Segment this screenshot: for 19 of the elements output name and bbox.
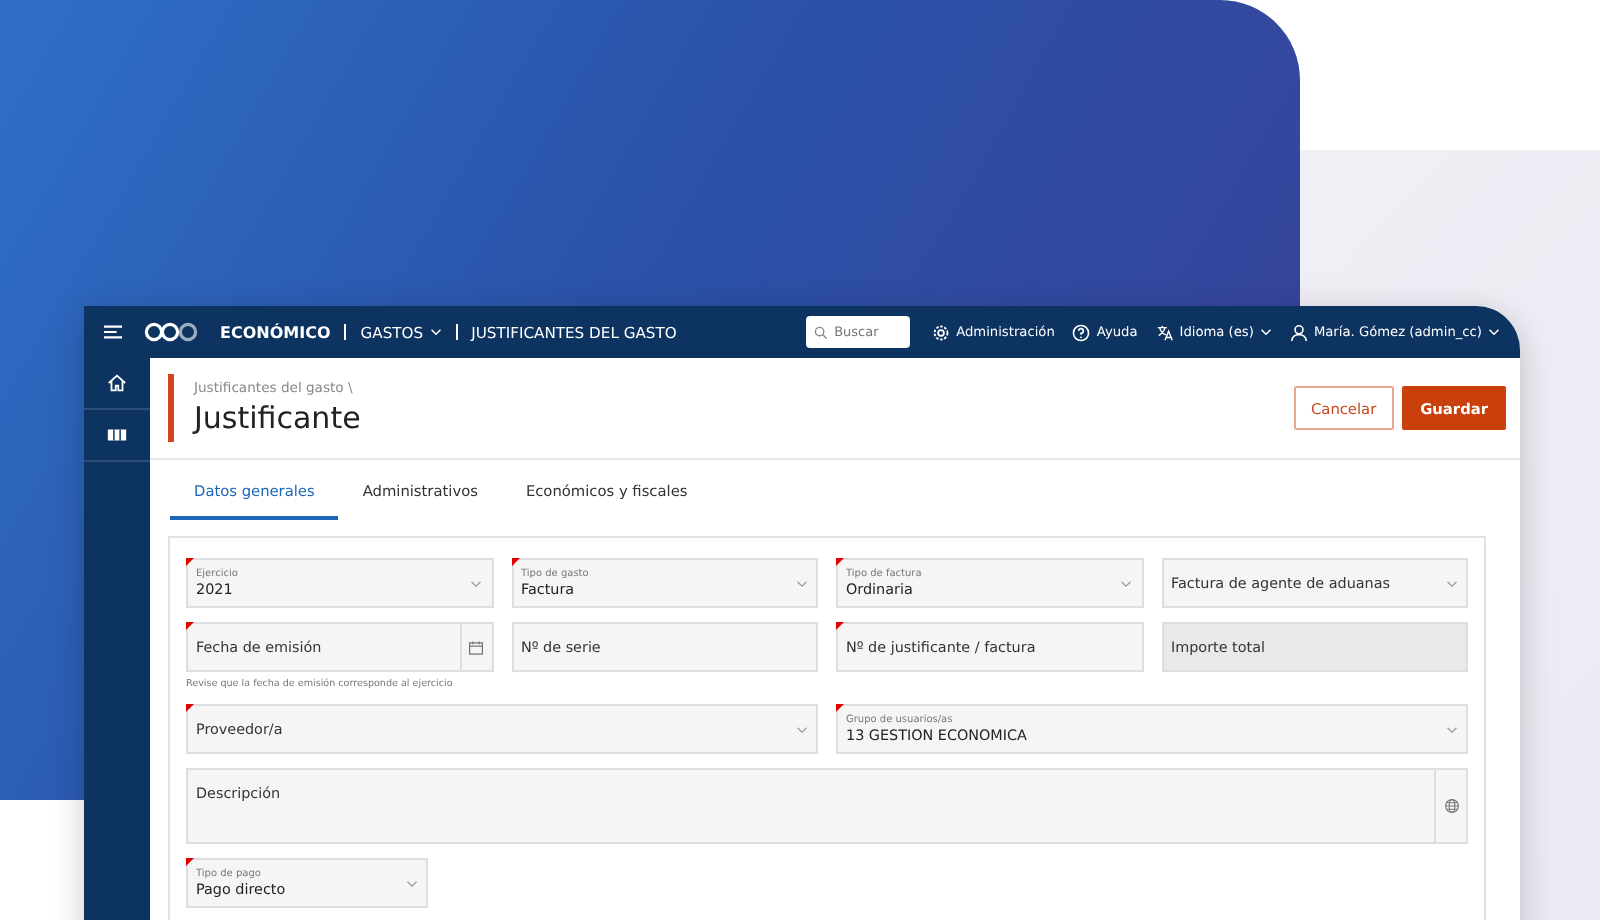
columns-icon	[106, 424, 128, 446]
search-icon	[814, 325, 829, 339]
user-icon	[1289, 323, 1308, 341]
home-icon	[106, 372, 128, 394]
page-title: Justificante	[194, 400, 361, 436]
help-icon	[1072, 323, 1091, 341]
chevron-down-icon	[795, 725, 807, 733]
menu-icon[interactable]	[104, 324, 122, 340]
settings-icon	[932, 323, 951, 341]
translate-icon	[1155, 323, 1174, 341]
globe-icon	[1443, 798, 1459, 814]
chevron-down-icon	[1120, 579, 1132, 587]
module-title: ECONÓMICO	[220, 323, 331, 341]
calendar-icon	[468, 639, 484, 655]
chevron-down-icon	[1445, 725, 1457, 733]
chevron-down-icon	[405, 879, 417, 887]
chevron-down-icon	[470, 579, 482, 587]
chevron-down-icon	[1445, 579, 1457, 587]
chevron-down-icon	[795, 579, 807, 587]
